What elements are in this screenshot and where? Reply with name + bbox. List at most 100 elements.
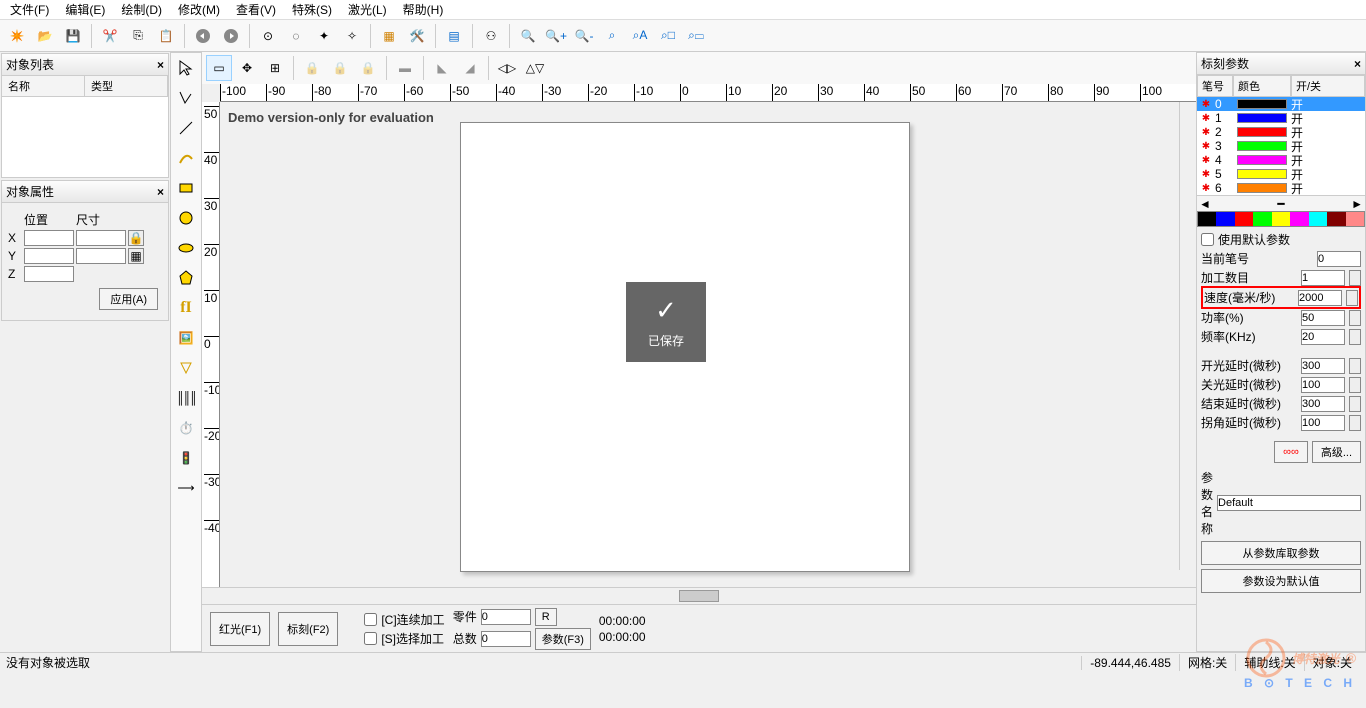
- io-icon[interactable]: 🚦: [171, 443, 201, 473]
- color-swatch[interactable]: [1235, 212, 1253, 226]
- canvas[interactable]: Demo version-only for evaluation ✓ 已保存: [220, 102, 1196, 587]
- order1-icon[interactable]: ◣: [429, 55, 455, 81]
- pointer-icon[interactable]: [171, 53, 201, 83]
- y-pos-input[interactable]: [24, 248, 74, 264]
- save-icon[interactable]: 💾: [60, 23, 86, 49]
- scrollbar-vertical[interactable]: [1179, 102, 1196, 570]
- continuous-checkbox[interactable]: [364, 613, 377, 626]
- color-swatch[interactable]: [1346, 212, 1364, 226]
- cur-pen-input[interactable]: [1317, 251, 1361, 267]
- mirror-v-icon[interactable]: △▽: [522, 55, 548, 81]
- end-delay-input[interactable]: [1301, 396, 1345, 412]
- spinner-icon[interactable]: [1349, 358, 1361, 374]
- x-size-input[interactable]: [76, 230, 126, 246]
- set-default-button[interactable]: 参数设为默认值: [1201, 569, 1361, 593]
- col-type[interactable]: 类型: [85, 76, 168, 96]
- pen-list[interactable]: ✱0开✱1开✱2开✱3开✱4开✱5开✱6开: [1197, 97, 1365, 195]
- color-swatch[interactable]: [1272, 212, 1290, 226]
- apply-button[interactable]: 应用(A): [99, 288, 158, 310]
- lock2-icon[interactable]: 🔒: [327, 55, 353, 81]
- cut-icon[interactable]: ✂️: [97, 23, 123, 49]
- color-swatch[interactable]: [1290, 212, 1308, 226]
- rect-icon[interactable]: [171, 173, 201, 203]
- r-button[interactable]: R: [535, 608, 557, 626]
- barcode-icon[interactable]: ║║║: [171, 383, 201, 413]
- color-swatch[interactable]: [1309, 212, 1327, 226]
- circle-icon[interactable]: [171, 203, 201, 233]
- spinner-icon[interactable]: [1349, 377, 1361, 393]
- color-swatch[interactable]: [1198, 212, 1216, 226]
- paste-icon[interactable]: 📋: [153, 23, 179, 49]
- corner-delay-input[interactable]: [1301, 415, 1345, 431]
- mirror-h-icon[interactable]: ◁▷: [494, 55, 520, 81]
- lock3-icon[interactable]: 🔒: [355, 55, 381, 81]
- speed-input[interactable]: [1298, 290, 1342, 306]
- rings-button[interactable]: ∞∞: [1274, 441, 1308, 463]
- color-swatch[interactable]: [1216, 212, 1234, 226]
- pick1-icon[interactable]: ⊙: [255, 23, 281, 49]
- zoom-out-icon[interactable]: 🔍-: [571, 23, 597, 49]
- ellipse-icon[interactable]: [171, 233, 201, 263]
- line-icon[interactable]: [171, 113, 201, 143]
- zoom-sel-icon[interactable]: ⌕□: [655, 23, 681, 49]
- spinner-icon[interactable]: [1349, 396, 1361, 412]
- color-strip[interactable]: [1197, 211, 1365, 227]
- menu-file[interactable]: 文件(F): [4, 0, 55, 20]
- z-input[interactable]: [24, 266, 74, 282]
- menu-edit[interactable]: 编辑(E): [59, 0, 111, 20]
- menu-view[interactable]: 查看(V): [230, 0, 282, 20]
- mark-button[interactable]: 标刻(F2): [278, 612, 338, 646]
- node-edit-icon[interactable]: [171, 83, 201, 113]
- use-default-checkbox[interactable]: [1201, 233, 1214, 246]
- menu-help[interactable]: 帮助(H): [397, 0, 450, 20]
- y-size-input[interactable]: [76, 248, 126, 264]
- vector-icon[interactable]: [171, 353, 201, 383]
- red-light-button[interactable]: 红光(F1): [210, 612, 270, 646]
- lock-icon[interactable]: 🔒: [128, 230, 144, 246]
- zoom-icon[interactable]: 🔍: [515, 23, 541, 49]
- sel-move-icon[interactable]: ✥: [234, 55, 260, 81]
- spinner-icon[interactable]: [1349, 270, 1361, 286]
- param-name-input[interactable]: [1217, 495, 1361, 511]
- menu-special[interactable]: 特殊(S): [286, 0, 338, 20]
- power-input[interactable]: [1301, 310, 1345, 326]
- color-swatch[interactable]: [1327, 212, 1345, 226]
- list-icon[interactable]: ▤: [441, 23, 467, 49]
- menu-draw[interactable]: 绘制(D): [115, 0, 168, 20]
- curve-icon[interactable]: [171, 143, 201, 173]
- tools-icon[interactable]: 🛠️: [404, 23, 430, 49]
- scrollbar-horizontal[interactable]: [202, 587, 1196, 604]
- pick3-icon[interactable]: ✦: [311, 23, 337, 49]
- spinner-icon[interactable]: [1349, 310, 1361, 326]
- copy-icon[interactable]: ⎘: [125, 23, 151, 49]
- x-pos-input[interactable]: [24, 230, 74, 246]
- pen-row[interactable]: ✱6开: [1197, 181, 1365, 195]
- open-icon[interactable]: 📂: [32, 23, 58, 49]
- sel-rect-icon[interactable]: ▭: [206, 55, 232, 81]
- pen-col-color[interactable]: 颜色: [1233, 75, 1291, 97]
- polygon-icon[interactable]: [171, 263, 201, 293]
- zoom-in-icon[interactable]: 🔍+: [543, 23, 569, 49]
- off-delay-input[interactable]: [1301, 377, 1345, 393]
- close-icon[interactable]: ×: [157, 185, 164, 199]
- redo-icon[interactable]: [218, 23, 244, 49]
- menu-modify[interactable]: 修改(M): [172, 0, 226, 20]
- lock1-icon[interactable]: 🔒: [299, 55, 325, 81]
- pen-scroll[interactable]: ◄━►: [1197, 195, 1365, 211]
- select-checkbox[interactable]: [364, 632, 377, 645]
- close-icon[interactable]: ×: [157, 58, 164, 72]
- freq-input[interactable]: [1301, 329, 1345, 345]
- spinner-icon[interactable]: [1349, 415, 1361, 431]
- menu-laser[interactable]: 激光(L): [342, 0, 393, 20]
- color-swatch[interactable]: [1253, 212, 1271, 226]
- param-button[interactable]: 参数(F3): [535, 628, 591, 650]
- hatch-icon[interactable]: ▦: [376, 23, 402, 49]
- on-delay-input[interactable]: [1301, 358, 1345, 374]
- count-input[interactable]: [1301, 270, 1345, 286]
- extend-icon[interactable]: ⟶: [171, 473, 201, 503]
- from-lib-button[interactable]: 从参数库取参数: [1201, 541, 1361, 565]
- flow-icon[interactable]: ⚇: [478, 23, 504, 49]
- spinner-icon[interactable]: [1349, 329, 1361, 345]
- pick4-icon[interactable]: ✧: [339, 23, 365, 49]
- order2-icon[interactable]: ◢: [457, 55, 483, 81]
